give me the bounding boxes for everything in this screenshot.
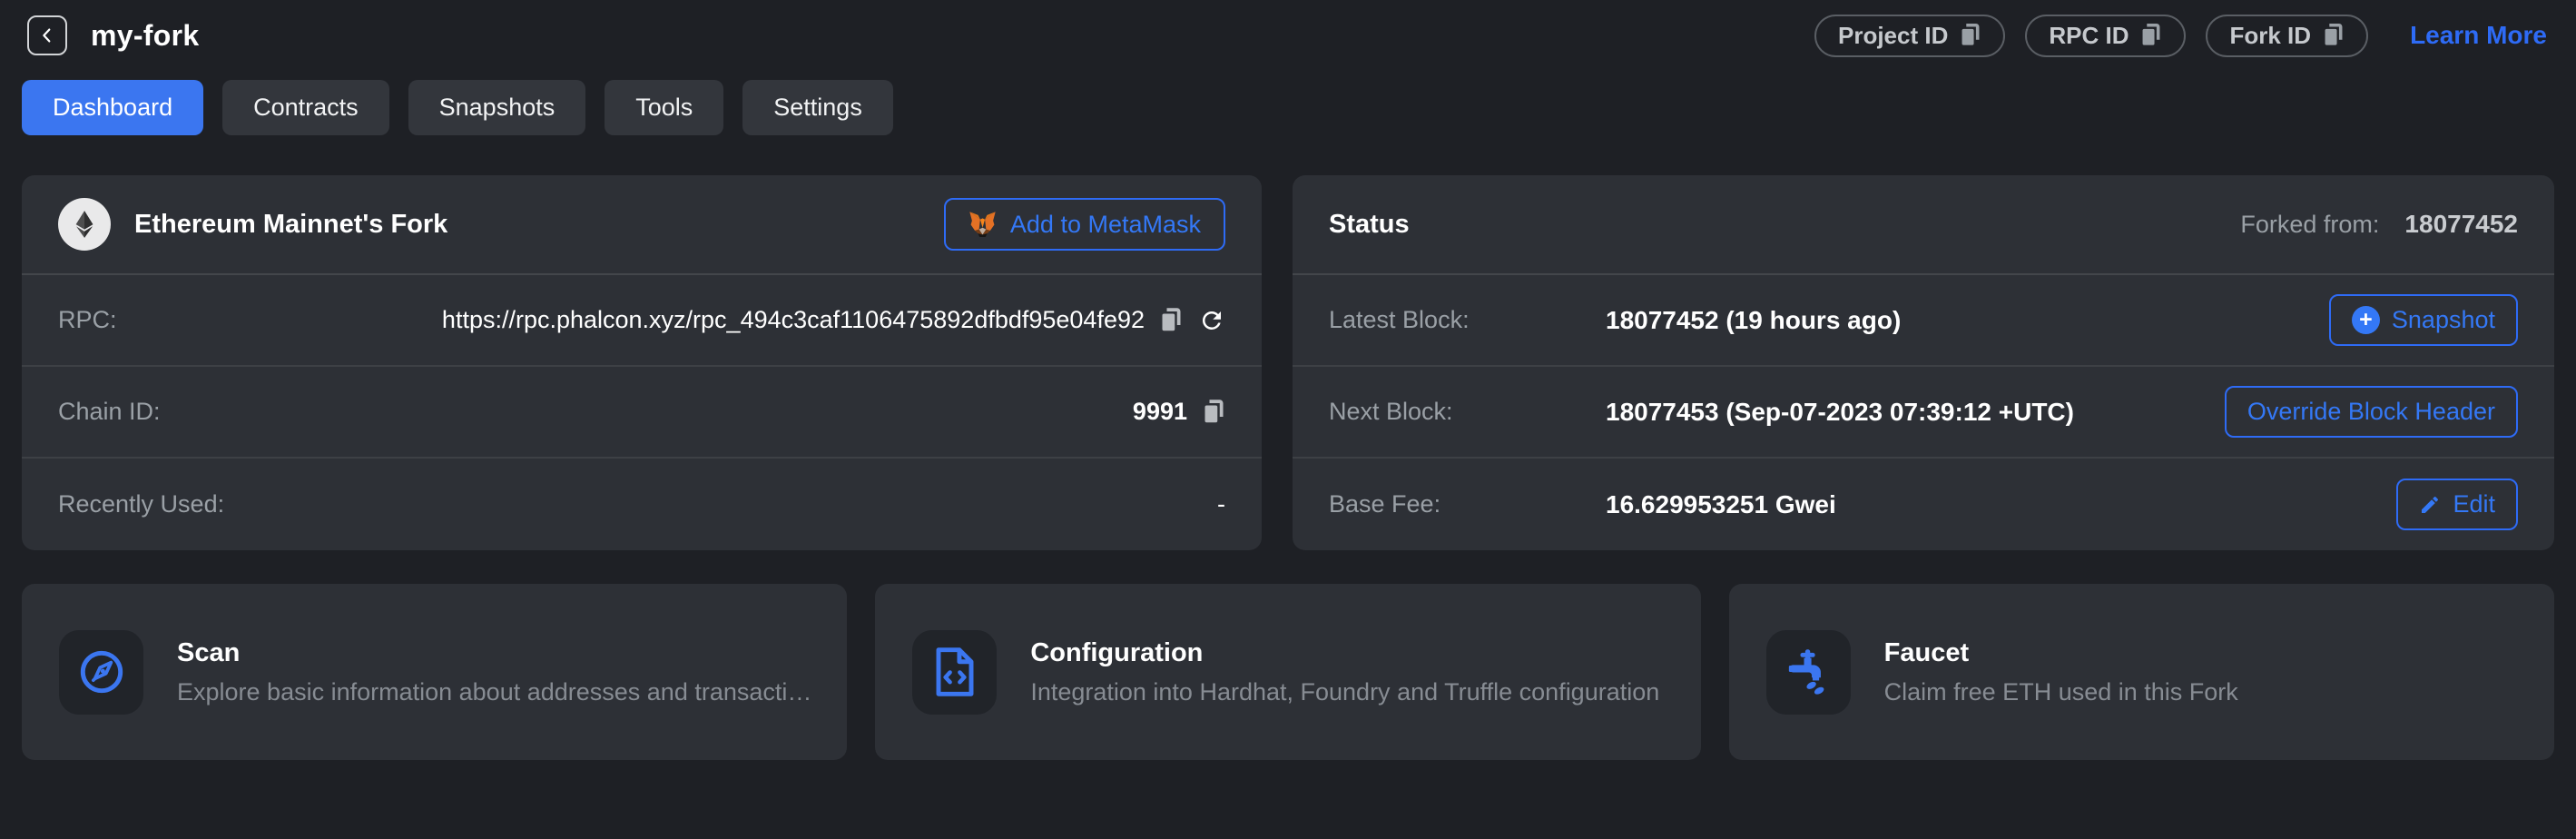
rpc-id-label: RPC ID: [2049, 22, 2129, 50]
chain-id-value: 9991: [1133, 398, 1187, 426]
fork-id-button[interactable]: Fork ID: [2206, 15, 2368, 57]
override-button-label: Override Block Header: [2247, 398, 2495, 426]
rpc-id-button[interactable]: RPC ID: [2025, 15, 2186, 57]
fork-card-title: Ethereum Mainnet's Fork: [134, 210, 447, 240]
configuration-description: Integration into Hardhat, Foundry and Tr…: [1030, 678, 1659, 706]
copy-rpc-button[interactable]: [1160, 308, 1183, 333]
status-card-header: Status Forked from: 18077452: [1293, 175, 2554, 275]
page-title: my-fork: [91, 19, 199, 53]
latest-block-value: 18077452 (19 hours ago): [1606, 306, 2329, 335]
add-to-metamask-label: Add to MetaMask: [1010, 211, 1201, 239]
refresh-rpc-button[interactable]: [1198, 307, 1225, 334]
refresh-icon: [1198, 307, 1225, 334]
recently-used-row: Recently Used: -: [22, 459, 1262, 550]
rpc-value: https://rpc.phalcon.xyz/rpc_494c3caf1106…: [442, 306, 1145, 334]
fork-id-label: Fork ID: [2229, 22, 2311, 50]
tab-bar: Dashboard Contracts Snapshots Tools Sett…: [22, 80, 2576, 135]
copy-icon: [1160, 308, 1183, 333]
chain-id-row: Chain ID: 9991: [22, 367, 1262, 459]
tab-tools[interactable]: Tools: [605, 80, 723, 135]
main-cards-row: Ethereum Mainnet's Fork Add: [22, 175, 2554, 550]
fork-card-header: Ethereum Mainnet's Fork Add: [22, 175, 1262, 275]
status-card: Status Forked from: 18077452 Latest Bloc…: [1293, 175, 2554, 550]
forked-from-label: Forked from:: [2240, 211, 2379, 239]
topbar-actions: Project ID RPC ID Fork ID Learn More: [1814, 15, 2547, 57]
edit-button-label: Edit: [2453, 490, 2495, 518]
copy-icon: [1960, 24, 1981, 47]
faucet-title: Faucet: [1884, 638, 2238, 668]
chevron-left-icon: [37, 25, 57, 45]
snapshot-button[interactable]: + Snapshot: [2329, 294, 2518, 346]
tab-snapshots[interactable]: Snapshots: [408, 80, 586, 135]
ethereum-icon: [58, 198, 111, 251]
latest-block-label: Latest Block:: [1329, 306, 1606, 334]
base-fee-value: 16.629953251 Gwei: [1606, 490, 2396, 519]
rpc-label: RPC:: [58, 306, 117, 334]
project-id-button[interactable]: Project ID: [1814, 15, 2005, 57]
forked-from-value: 18077452: [2404, 210, 2518, 239]
add-to-metamask-button[interactable]: Add to MetaMask: [944, 198, 1225, 251]
back-button[interactable]: [27, 15, 67, 55]
code-file-icon: [912, 630, 997, 715]
next-block-label: Next Block:: [1329, 398, 1606, 426]
faucet-card[interactable]: Faucet Claim free ETH used in this Fork: [1729, 584, 2554, 760]
snapshot-button-label: Snapshot: [2392, 306, 2495, 334]
tab-contracts[interactable]: Contracts: [222, 80, 389, 135]
base-fee-label: Base Fee:: [1329, 490, 1606, 518]
latest-block-row: Latest Block: 18077452 (19 hours ago) + …: [1293, 275, 2554, 367]
metamask-fox-icon: [968, 212, 997, 238]
chain-id-label: Chain ID:: [58, 398, 161, 426]
pencil-icon: [2419, 494, 2441, 516]
scan-card[interactable]: Scan Explore basic information about add…: [22, 584, 847, 760]
base-fee-row: Base Fee: 16.629953251 Gwei Edit: [1293, 459, 2554, 550]
recently-used-value: -: [1217, 490, 1225, 518]
tab-dashboard[interactable]: Dashboard: [22, 80, 203, 135]
next-block-row: Next Block: 18077453 (Sep-07-2023 07:39:…: [1293, 367, 2554, 459]
tab-settings[interactable]: Settings: [742, 80, 893, 135]
compass-icon: [59, 630, 143, 715]
copy-icon: [2323, 24, 2345, 47]
top-bar: my-fork Project ID RPC ID Fork ID Learn …: [0, 0, 2576, 60]
faucet-icon: [1766, 630, 1851, 715]
copy-icon: [2140, 24, 2162, 47]
configuration-card[interactable]: Configuration Integration into Hardhat, …: [875, 584, 1700, 760]
edit-base-fee-button[interactable]: Edit: [2396, 479, 2518, 530]
next-block-value: 18077453 (Sep-07-2023 07:39:12 +UTC): [1606, 398, 2225, 427]
plus-circle-icon: +: [2352, 306, 2380, 334]
feature-cards-row: Scan Explore basic information about add…: [22, 584, 2554, 760]
faucet-description: Claim free ETH used in this Fork: [1884, 678, 2238, 706]
copy-chain-id-button[interactable]: [1203, 400, 1225, 425]
learn-more-link[interactable]: Learn More: [2410, 21, 2547, 50]
fork-info-card: Ethereum Mainnet's Fork Add: [22, 175, 1262, 550]
scan-description: Explore basic information about addresse…: [177, 678, 811, 706]
copy-icon: [1203, 400, 1225, 425]
configuration-title: Configuration: [1030, 638, 1659, 668]
override-block-header-button[interactable]: Override Block Header: [2225, 386, 2518, 438]
rpc-row: RPC: https://rpc.phalcon.xyz/rpc_494c3ca…: [22, 275, 1262, 367]
scan-title: Scan: [177, 638, 811, 668]
status-card-title: Status: [1329, 210, 1410, 240]
project-id-label: Project ID: [1838, 22, 1948, 50]
recently-used-label: Recently Used:: [58, 490, 224, 518]
